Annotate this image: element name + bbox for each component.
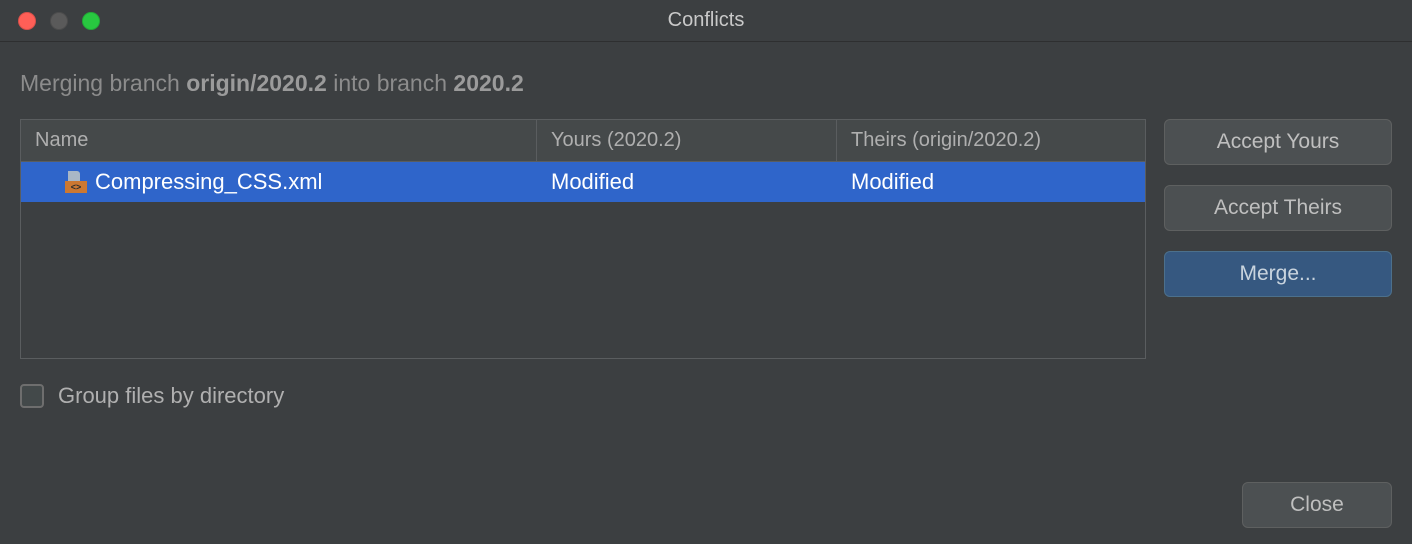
- column-header-yours[interactable]: Yours (2020.2): [537, 120, 837, 161]
- group-by-directory-option[interactable]: Group files by directory: [20, 383, 1392, 409]
- merge-button[interactable]: Merge...: [1164, 251, 1392, 297]
- target-branch: 2020.2: [453, 70, 523, 96]
- maximize-window-icon[interactable]: [82, 12, 100, 30]
- titlebar: Conflicts: [0, 0, 1412, 42]
- table-body: <> Compressing_CSS.xml Modified Modified: [21, 162, 1145, 358]
- dialog-footer: Close: [1242, 482, 1392, 528]
- side-actions: Accept Yours Accept Theirs Merge...: [1164, 119, 1392, 297]
- xml-file-icon: <>: [65, 171, 87, 193]
- close-button[interactable]: Close: [1242, 482, 1392, 528]
- close-window-icon[interactable]: [18, 12, 36, 30]
- file-name: Compressing_CSS.xml: [95, 169, 322, 195]
- table-header: Name Yours (2020.2) Theirs (origin/2020.…: [21, 120, 1145, 162]
- minimize-window-icon[interactable]: [50, 12, 68, 30]
- accept-theirs-button[interactable]: Accept Theirs: [1164, 185, 1392, 231]
- cell-yours: Modified: [537, 162, 837, 202]
- conflicts-table: Name Yours (2020.2) Theirs (origin/2020.…: [20, 119, 1146, 359]
- window-title: Conflicts: [0, 9, 1412, 32]
- merge-middle: into branch: [327, 70, 454, 96]
- group-by-directory-checkbox[interactable]: [20, 384, 44, 408]
- merge-prefix: Merging branch: [20, 70, 186, 96]
- column-header-name[interactable]: Name: [21, 120, 537, 161]
- column-header-theirs[interactable]: Theirs (origin/2020.2): [837, 120, 1145, 161]
- merge-description: Merging branch origin/2020.2 into branch…: [20, 70, 1392, 97]
- accept-yours-button[interactable]: Accept Yours: [1164, 119, 1392, 165]
- source-branch: origin/2020.2: [186, 70, 327, 96]
- group-by-directory-label: Group files by directory: [58, 383, 284, 409]
- cell-theirs: Modified: [837, 162, 1145, 202]
- table-row[interactable]: <> Compressing_CSS.xml Modified Modified: [21, 162, 1145, 202]
- window-controls: [18, 12, 100, 30]
